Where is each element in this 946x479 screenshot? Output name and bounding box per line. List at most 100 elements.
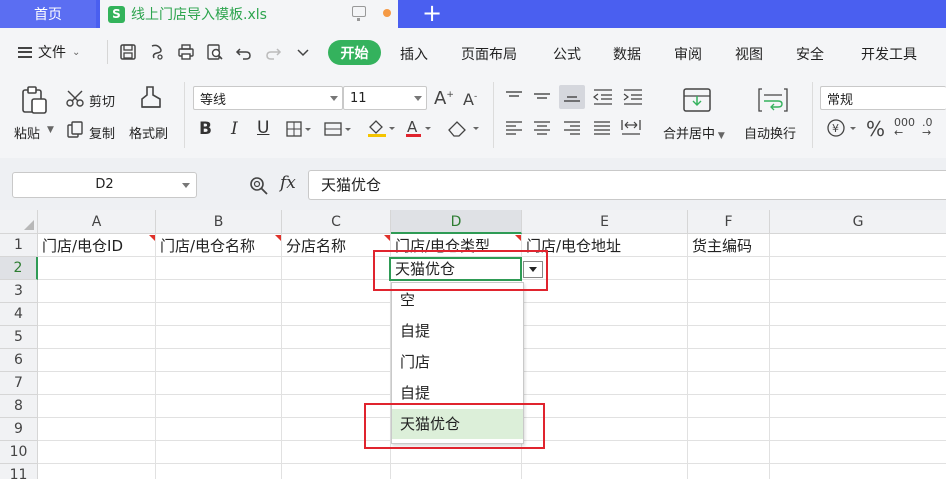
column-header-e[interactable]: E bbox=[522, 210, 688, 234]
paste-dropdown-icon[interactable]: ▼ bbox=[47, 125, 54, 135]
copy-button[interactable]: 复制 bbox=[89, 123, 115, 142]
select-all-corner[interactable] bbox=[0, 210, 38, 234]
redo-icon[interactable] bbox=[264, 43, 282, 61]
italic-icon[interactable]: I bbox=[231, 119, 238, 139]
column-header-c[interactable]: C bbox=[282, 210, 391, 234]
distributed-align-icon[interactable] bbox=[620, 118, 642, 140]
copy-icon[interactable] bbox=[66, 121, 84, 143]
comment-indicator-icon[interactable] bbox=[275, 235, 281, 241]
align-left-icon[interactable] bbox=[504, 120, 524, 140]
comment-indicator-icon[interactable] bbox=[515, 235, 521, 241]
tab-data[interactable]: 数据 bbox=[613, 44, 641, 64]
column-header-a[interactable]: A bbox=[38, 210, 156, 234]
save-icon[interactable] bbox=[119, 43, 137, 61]
zoom-icon[interactable] bbox=[249, 176, 269, 200]
paste-icon[interactable] bbox=[19, 85, 49, 119]
percent-icon[interactable]: % bbox=[866, 117, 885, 141]
align-top-icon[interactable] bbox=[504, 90, 524, 108]
bold-icon[interactable]: B bbox=[199, 119, 212, 139]
border-icon[interactable] bbox=[286, 121, 312, 141]
comment-indicator-icon[interactable] bbox=[149, 235, 155, 241]
row-header-4[interactable]: 4 bbox=[0, 303, 38, 326]
wrap-text-button[interactable]: 自动换行 bbox=[744, 123, 796, 142]
align-right-icon[interactable] bbox=[562, 120, 582, 140]
decrease-font-icon[interactable]: A- bbox=[463, 90, 477, 109]
tab-security[interactable]: 安全 bbox=[796, 44, 824, 64]
undo-icon[interactable] bbox=[235, 43, 253, 61]
align-center-icon[interactable] bbox=[532, 120, 552, 140]
print-preview-icon[interactable] bbox=[206, 43, 224, 61]
scissors-icon[interactable] bbox=[66, 90, 86, 112]
chevron-down-icon bbox=[182, 183, 190, 188]
tab-document[interactable]: S 线上门店导入模板.xls bbox=[100, 0, 398, 28]
new-tab-button[interactable]: + bbox=[422, 1, 442, 25]
row-header-7[interactable]: 7 bbox=[0, 372, 38, 395]
file-menu-button[interactable]: 文件 ⌄ bbox=[18, 42, 80, 62]
row-header-2[interactable]: 2 bbox=[0, 257, 38, 280]
format-painter-icon[interactable] bbox=[138, 85, 164, 119]
comment-indicator-icon[interactable] bbox=[384, 235, 390, 241]
formula-input[interactable]: 天猫优仓 bbox=[308, 170, 946, 200]
monitor-icon[interactable] bbox=[352, 6, 366, 21]
paste-button[interactable]: 粘贴 bbox=[14, 123, 40, 142]
decrease-indent-icon[interactable] bbox=[592, 88, 614, 110]
wrap-text-icon[interactable] bbox=[758, 87, 788, 117]
column-header-b[interactable]: B bbox=[156, 210, 282, 234]
justify-icon[interactable] bbox=[592, 120, 612, 140]
font-name-select[interactable]: 等线 bbox=[193, 86, 343, 110]
row-header-6[interactable]: 6 bbox=[0, 349, 38, 372]
thousands-separator-icon[interactable]: 000 ← bbox=[894, 117, 915, 138]
row-header-10[interactable]: 10 bbox=[0, 441, 38, 464]
tab-page-layout[interactable]: 页面布局 bbox=[461, 44, 517, 64]
tab-review[interactable]: 审阅 bbox=[674, 44, 702, 64]
tab-formulas[interactable]: 公式 bbox=[553, 44, 581, 64]
cell-style-icon[interactable] bbox=[324, 121, 352, 141]
merge-center-icon[interactable] bbox=[682, 87, 712, 117]
tab-start[interactable]: 开始 bbox=[328, 40, 381, 65]
underline-icon[interactable]: U bbox=[257, 118, 269, 138]
merge-center-button[interactable]: 合并居中 ▼ bbox=[663, 123, 725, 142]
cell-b1[interactable]: 门店/电仓名称 bbox=[158, 235, 281, 257]
row-header-11[interactable]: 11 bbox=[0, 464, 38, 479]
export-pdf-icon[interactable] bbox=[148, 43, 166, 61]
dropdown-option[interactable]: 门店 bbox=[392, 347, 523, 377]
row-header-1[interactable]: 1 bbox=[0, 234, 38, 257]
spreadsheet-grid[interactable]: A B C D E F G 1 2 3 4 5 6 7 8 9 10 11 门店… bbox=[0, 210, 946, 479]
dropdown-option[interactable]: 自提 bbox=[392, 316, 523, 346]
tab-insert[interactable]: 插入 bbox=[400, 44, 428, 64]
cell-f1[interactable]: 货主编码 bbox=[690, 235, 769, 257]
cell-e1[interactable]: 门店/电仓地址 bbox=[524, 235, 687, 257]
font-size-select[interactable]: 11 bbox=[343, 86, 427, 110]
print-icon[interactable] bbox=[177, 43, 195, 61]
name-box[interactable]: D2 bbox=[12, 172, 197, 198]
ribbon-separator bbox=[812, 82, 813, 148]
tab-developer[interactable]: 开发工具 bbox=[861, 44, 917, 64]
svg-text:¥: ¥ bbox=[832, 122, 839, 135]
tab-home[interactable]: 首页 bbox=[0, 0, 96, 28]
increase-decimal-icon[interactable]: .0 → bbox=[922, 117, 933, 138]
number-format-select[interactable]: 常规 bbox=[820, 86, 946, 110]
customize-toolbar-icon[interactable] bbox=[294, 43, 312, 61]
align-bottom-icon[interactable] bbox=[562, 90, 582, 108]
format-painter-button[interactable]: 格式刷 bbox=[129, 123, 168, 142]
increase-indent-icon[interactable] bbox=[622, 88, 644, 110]
increase-font-icon[interactable]: A+ bbox=[434, 88, 454, 109]
row-header-5[interactable]: 5 bbox=[0, 326, 38, 349]
fill-color-icon[interactable] bbox=[366, 118, 396, 142]
cell-a1[interactable]: 门店/电仓ID bbox=[40, 235, 155, 257]
font-color-icon[interactable]: A bbox=[404, 118, 432, 142]
ribbon-toolbar: 粘贴 ▼ 剪切 复制 格式刷 等线 11 A+ A- B I U A 合并居中 … bbox=[0, 76, 946, 158]
column-header-g[interactable]: G bbox=[770, 210, 946, 234]
row-header-3[interactable]: 3 bbox=[0, 280, 38, 303]
fx-icon[interactable]: fx bbox=[280, 173, 296, 193]
column-header-f[interactable]: F bbox=[688, 210, 770, 234]
row-header-8[interactable]: 8 bbox=[0, 395, 38, 418]
eraser-icon[interactable] bbox=[446, 118, 480, 142]
align-middle-icon[interactable] bbox=[532, 90, 552, 108]
row-header-9[interactable]: 9 bbox=[0, 418, 38, 441]
currency-icon[interactable]: ¥ bbox=[826, 118, 860, 142]
cut-button[interactable]: 剪切 bbox=[89, 91, 115, 110]
spreadsheet-app-icon: S bbox=[108, 5, 125, 23]
tab-view[interactable]: 视图 bbox=[735, 44, 763, 64]
column-header-d[interactable]: D bbox=[391, 210, 522, 234]
